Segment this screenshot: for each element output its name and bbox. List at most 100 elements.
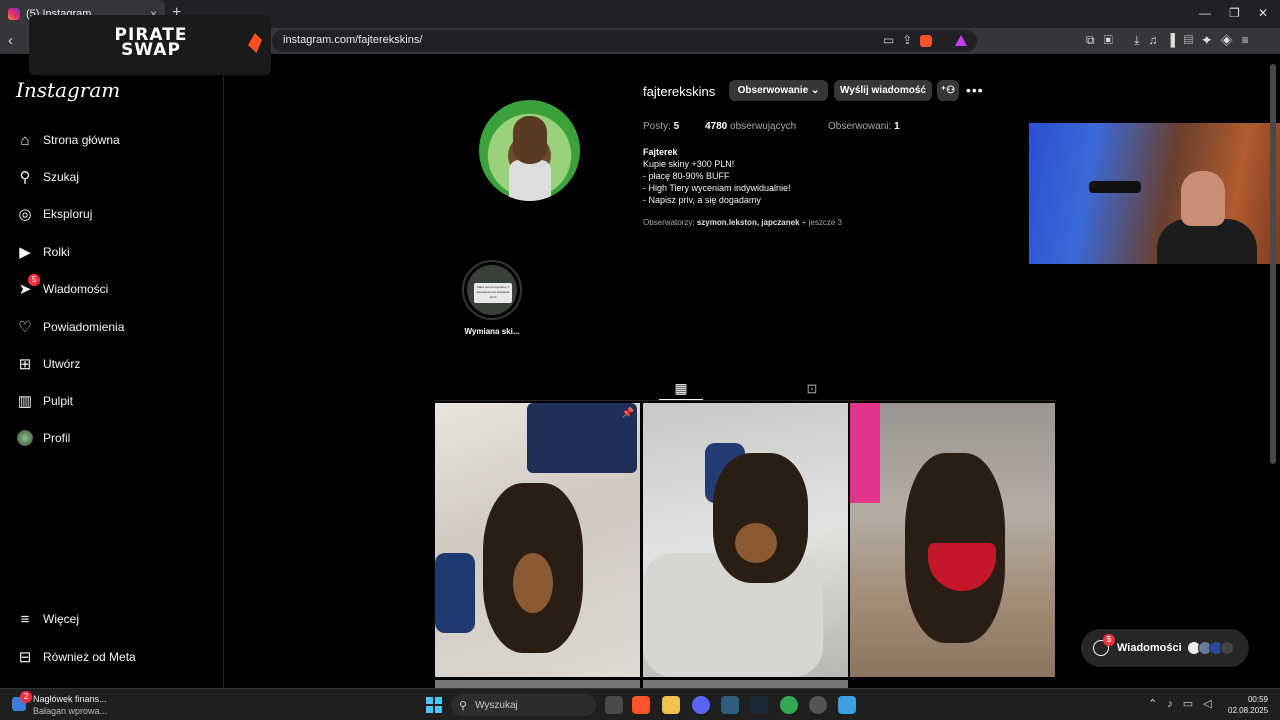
highlight-cover: Masz coś na wymianę ? Zapraszam do skład… bbox=[467, 265, 517, 315]
sidebar-item-explore[interactable]: ◎ Eksploruj bbox=[16, 202, 92, 226]
sidebar-icon[interactable]: ▐ bbox=[1166, 33, 1184, 47]
windows-start-icon[interactable] bbox=[426, 697, 442, 713]
chrome-icon[interactable] bbox=[780, 696, 798, 714]
sidebar-item-meta[interactable]: ⊟ Również od Meta bbox=[16, 645, 136, 669]
system-tray: ⌃♪▭◁ bbox=[1148, 697, 1222, 710]
page-scrollbar[interactable] bbox=[1270, 58, 1276, 686]
sidebar-item-label: Strona główna bbox=[43, 133, 120, 147]
wallet-icon[interactable]: ▤ bbox=[1184, 33, 1202, 47]
meta-apps-icon: ⊟ bbox=[18, 649, 32, 666]
sidebar-item-label: Rolki bbox=[43, 245, 70, 259]
post-thumbnail[interactable]: 📌 bbox=[435, 403, 640, 677]
story-highlight[interactable]: Masz coś na wymianę ? Zapraszam do skład… bbox=[462, 260, 522, 320]
followed-by[interactable]: Obserwatorzy: szymon.lekston, japczanek … bbox=[643, 218, 842, 227]
instagram-favicon-icon bbox=[8, 8, 20, 20]
following-button[interactable]: Obserwowanie ⌄ bbox=[729, 80, 828, 101]
scrollbar-thumb[interactable] bbox=[1270, 64, 1276, 464]
avatar-suit bbox=[509, 160, 551, 201]
more-options-icon[interactable]: ••• bbox=[966, 82, 984, 98]
search-icon: ⚲ bbox=[459, 699, 468, 712]
back-button[interactable]: ‹ bbox=[8, 32, 13, 49]
discord-icon[interactable] bbox=[692, 696, 710, 714]
suggest-people-button[interactable]: ⁺⚇ bbox=[937, 80, 959, 101]
brave-browser-icon[interactable] bbox=[632, 696, 650, 714]
sidebar-item-reels[interactable]: ▶ Rolki bbox=[16, 240, 70, 264]
send-message-button[interactable]: Wyślij wiadomość bbox=[834, 80, 932, 101]
followers-stat[interactable]: 4780 obserwujących bbox=[705, 121, 796, 132]
sidebar-item-profile[interactable]: Profil bbox=[16, 426, 70, 450]
post-thumbnail[interactable] bbox=[643, 403, 848, 677]
pillow bbox=[435, 553, 475, 633]
vpn-icon[interactable]: ◈ bbox=[1221, 33, 1242, 47]
sidebar-item-dashboard[interactable]: ▥ Pulpit bbox=[16, 389, 73, 413]
pillow bbox=[527, 403, 637, 473]
steam-icon[interactable] bbox=[750, 696, 768, 714]
obs-icon[interactable] bbox=[809, 696, 827, 714]
sidebar-item-label: Pulpit bbox=[43, 394, 74, 408]
tab-tagged[interactable]: ⊡ bbox=[800, 378, 824, 400]
messages-pill[interactable]: 5 Wiadomości bbox=[1081, 629, 1249, 667]
sidebar-item-messages[interactable]: ➤ 5 Wiadomości bbox=[16, 274, 109, 301]
home-icon: ⌂ bbox=[20, 131, 30, 149]
sidebar-item-label: Szukaj bbox=[43, 170, 80, 184]
network-icon[interactable]: ▭ bbox=[1183, 698, 1203, 710]
close-window-button[interactable]: ✕ bbox=[1258, 6, 1268, 20]
sidebar-item-home[interactable]: ⌂ Strona główna bbox=[16, 128, 120, 152]
dog-chest bbox=[735, 523, 777, 563]
sidebar-item-notifications[interactable]: ♡ Powiadomienia bbox=[16, 315, 124, 339]
taskbar-search[interactable]: ⚲ Wyszukaj bbox=[451, 694, 596, 716]
news-widget[interactable]: Nagłówek finans... Bałagan wprowa... bbox=[33, 693, 107, 717]
notification-badge: 5 bbox=[28, 274, 40, 286]
download-icon[interactable]: ⤓ bbox=[1134, 33, 1148, 47]
post-thumbnail-row2[interactable] bbox=[435, 680, 640, 688]
profile-avatar[interactable] bbox=[479, 100, 580, 201]
cast-icon[interactable]: ▭ bbox=[883, 33, 902, 47]
sidebar-item-create[interactable]: ⊞ Utwórz bbox=[16, 352, 81, 376]
browser-toolbar: ⧉▣ ⤓♫▐▤✦◈≡ bbox=[1086, 33, 1258, 48]
minimize-button[interactable]: — bbox=[1199, 6, 1211, 20]
brave-rewards-icon[interactable] bbox=[955, 35, 967, 47]
highlight-label: Wymiana ski... bbox=[464, 327, 520, 336]
share-icon[interactable]: ⇪ bbox=[902, 33, 920, 47]
terminal-icon[interactable] bbox=[721, 696, 739, 714]
instagram-logo[interactable]: Instagram bbox=[16, 78, 120, 102]
bio-line: - płacę 80-90% BUFF bbox=[643, 171, 730, 181]
maximize-button[interactable]: ❐ bbox=[1229, 6, 1240, 20]
following-stat[interactable]: Obserwowani: 1 bbox=[828, 121, 900, 132]
brave-shields-icon[interactable] bbox=[920, 34, 933, 47]
tab-search-icon[interactable]: ▣ bbox=[1104, 33, 1122, 47]
system-clock[interactable]: 00:59 02.08.2025 bbox=[1228, 694, 1268, 716]
leo-ai-icon[interactable]: ✦ bbox=[1202, 33, 1221, 47]
pirateswap-mark-icon bbox=[248, 33, 262, 53]
volume-icon[interactable]: ◁ bbox=[1203, 698, 1221, 710]
notepad-icon[interactable] bbox=[838, 696, 856, 714]
reels-icon: ▶ bbox=[19, 244, 31, 261]
url-field[interactable]: instagram.com/fajterekskins/ ▭⇪ bbox=[272, 30, 977, 52]
microphone-icon[interactable]: ♪ bbox=[1167, 698, 1183, 710]
instagram-sidebar: Instagram ⌂ Strona główna ⚲ Szukaj ◎ Eks… bbox=[0, 54, 224, 688]
sidebar-item-more[interactable]: ≡ Więcej bbox=[16, 607, 79, 631]
extensions-icon[interactable]: ⧉ bbox=[1086, 33, 1104, 47]
plus-square-icon: ⊞ bbox=[18, 356, 32, 373]
pin-icon: 📌 bbox=[621, 408, 634, 419]
post-thumbnail[interactable] bbox=[850, 403, 1055, 677]
news-widget-icon[interactable]: 2 bbox=[12, 691, 32, 711]
tab-posts[interactable]: ▦ bbox=[659, 378, 703, 400]
chevron-up-icon[interactable]: ⌃ bbox=[1148, 698, 1167, 710]
notification-badge: 5 bbox=[1103, 634, 1115, 646]
task-view-icon[interactable] bbox=[605, 696, 623, 714]
post-thumbnail-row2[interactable] bbox=[643, 680, 848, 688]
sidebar-item-search[interactable]: ⚲ Szukaj bbox=[16, 165, 80, 189]
posts-stat: Posty: 5 bbox=[643, 121, 680, 132]
sidebar-item-label: Powiadomienia bbox=[43, 320, 125, 334]
compass-icon: ◎ bbox=[18, 206, 32, 223]
bio-line: - Napisz priv, a się dogadamy bbox=[643, 195, 761, 205]
messenger-icon: 5 bbox=[1093, 634, 1115, 656]
menu-icon[interactable]: ≡ bbox=[1242, 33, 1258, 47]
sidebar-item-label: Wiadomości bbox=[43, 282, 109, 296]
music-icon[interactable]: ♫ bbox=[1148, 33, 1166, 47]
url-actions: ▭⇪ bbox=[883, 33, 967, 47]
bio-line: - High Tiery wyceniam indywidualnie! bbox=[643, 183, 791, 193]
file-explorer-icon[interactable] bbox=[662, 696, 680, 714]
sidebar-item-label: Profil bbox=[43, 431, 71, 445]
